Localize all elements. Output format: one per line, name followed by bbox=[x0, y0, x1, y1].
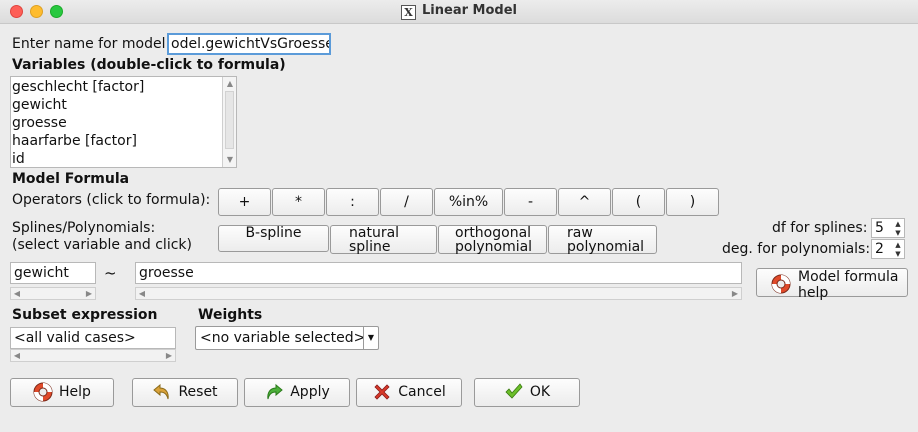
lhs-horizontal-scrollbar[interactable]: ◀ ▶ bbox=[10, 287, 96, 300]
natural-spline-label-2: spline bbox=[349, 239, 391, 255]
variables-listbox[interactable]: geschlecht [factor] gewicht groesse haar… bbox=[10, 76, 237, 168]
x11-icon: X bbox=[401, 5, 417, 20]
window-title: Linear Model bbox=[422, 3, 517, 18]
operator-close-paren-button[interactable]: ) bbox=[666, 188, 719, 216]
lifebuoy-icon bbox=[771, 274, 791, 294]
weights-value: <no variable selected> bbox=[200, 330, 366, 346]
deg-poly-value: 2 bbox=[875, 241, 884, 257]
list-item[interactable]: haarfarbe [factor] bbox=[11, 132, 223, 150]
spin-up-icon[interactable]: ▲ bbox=[893, 241, 903, 249]
help-button[interactable]: Help bbox=[10, 378, 114, 407]
model-formula-help-label-2: help bbox=[798, 285, 829, 301]
model-formula-heading: Model Formula bbox=[12, 171, 130, 187]
lhs-value: gewicht bbox=[14, 265, 69, 281]
lhs-input[interactable]: gewicht bbox=[10, 262, 96, 284]
list-item[interactable]: gewicht bbox=[11, 96, 223, 114]
natural-spline-label-1: natural bbox=[349, 225, 400, 241]
scroll-left-icon[interactable]: ◀ bbox=[136, 288, 148, 300]
operator-open-paren-button[interactable]: ( bbox=[612, 188, 665, 216]
splines-label-2: (select variable and click) bbox=[12, 237, 192, 253]
operator-times-button[interactable]: * bbox=[272, 188, 325, 216]
operator-plus-button[interactable]: + bbox=[218, 188, 271, 216]
list-item[interactable]: id bbox=[11, 150, 223, 167]
chevron-down-icon[interactable]: ▼ bbox=[363, 327, 378, 349]
scroll-down-icon[interactable]: ▼ bbox=[224, 154, 236, 166]
list-item[interactable]: geschlecht [factor] bbox=[11, 78, 223, 96]
deg-poly-spinbox[interactable]: 2 ▲ ▼ bbox=[871, 239, 905, 259]
variables-list: geschlecht [factor] gewicht groesse haar… bbox=[11, 78, 223, 167]
cancel-label: Cancel bbox=[398, 384, 446, 400]
list-item[interactable]: groesse bbox=[11, 114, 223, 132]
ok-label: OK bbox=[529, 384, 551, 400]
splines-label-1: Splines/Polynomials: bbox=[12, 220, 156, 236]
df-splines-value: 5 bbox=[875, 220, 884, 236]
redo-arrow-icon bbox=[267, 383, 284, 400]
tilde-label: ~ bbox=[104, 264, 117, 282]
red-x-icon bbox=[374, 384, 390, 400]
cancel-button[interactable]: Cancel bbox=[356, 378, 462, 407]
scroll-right-icon[interactable]: ▶ bbox=[163, 350, 175, 362]
deg-poly-label: deg. for polynomials: bbox=[722, 241, 871, 257]
scroll-thumb[interactable] bbox=[225, 91, 234, 149]
rhs-horizontal-scrollbar[interactable]: ◀ ▶ bbox=[135, 287, 742, 300]
orthogonal-polynomial-button[interactable]: orthogonal polynomial bbox=[438, 225, 547, 254]
apply-label: Apply bbox=[290, 384, 330, 400]
scroll-right-icon[interactable]: ▶ bbox=[83, 288, 95, 300]
reset-label: Reset bbox=[178, 384, 218, 400]
weights-select[interactable]: <no variable selected> ▼ bbox=[195, 326, 379, 350]
help-label: Help bbox=[59, 384, 91, 400]
lifebuoy-icon bbox=[33, 382, 53, 402]
operator-in-button[interactable]: %in% bbox=[434, 188, 503, 216]
weights-heading: Weights bbox=[198, 307, 263, 323]
model-formula-help-button[interactable]: Model formula help bbox=[756, 268, 908, 301]
raw-polynomial-label-1: raw bbox=[567, 225, 593, 241]
subset-heading: Subset expression bbox=[12, 307, 158, 323]
subset-input[interactable]: <all valid cases> bbox=[10, 327, 176, 349]
reset-button[interactable]: Reset bbox=[132, 378, 238, 407]
variables-heading: Variables (double-click to formula) bbox=[12, 57, 286, 73]
orthogonal-polynomial-label-2: polynomial bbox=[455, 239, 533, 255]
operator-minus-button[interactable]: - bbox=[504, 188, 557, 216]
subset-value: <all valid cases> bbox=[14, 330, 136, 346]
operator-slash-button[interactable]: / bbox=[380, 188, 433, 216]
operator-colon-button[interactable]: : bbox=[326, 188, 379, 216]
rhs-value: groesse bbox=[139, 265, 194, 281]
orthogonal-polynomial-label-1: orthogonal bbox=[455, 225, 532, 241]
spin-down-icon[interactable]: ▼ bbox=[893, 229, 903, 237]
operator-caret-button[interactable]: ^ bbox=[558, 188, 611, 216]
window-title-wrap: X Linear Model bbox=[0, 3, 918, 20]
apply-button[interactable]: Apply bbox=[244, 378, 350, 407]
variables-vertical-scrollbar[interactable]: ▲ ▼ bbox=[222, 77, 236, 167]
b-spline-label: B-spline bbox=[245, 225, 302, 241]
df-splines-spinbox[interactable]: 5 ▲ ▼ bbox=[871, 218, 905, 238]
model-name-input[interactable]: odel.gewichtVsGroesse bbox=[167, 33, 331, 55]
spin-up-icon[interactable]: ▲ bbox=[893, 220, 903, 228]
checkmark-icon bbox=[505, 383, 523, 399]
raw-polynomial-button[interactable]: raw polynomial bbox=[548, 225, 657, 254]
title-bar: X Linear Model bbox=[0, 0, 918, 24]
scroll-up-icon[interactable]: ▲ bbox=[224, 78, 236, 90]
raw-polynomial-label-2: polynomial bbox=[567, 239, 645, 255]
b-spline-button[interactable]: B-spline bbox=[218, 225, 329, 252]
undo-arrow-icon bbox=[153, 383, 170, 400]
model-formula-help-label-1: Model formula bbox=[798, 269, 899, 285]
operators-label: Operators (click to formula): bbox=[12, 192, 211, 208]
rhs-input[interactable]: groesse bbox=[135, 262, 742, 284]
model-name-label: Enter name for model: bbox=[12, 36, 171, 52]
scroll-left-icon[interactable]: ◀ bbox=[11, 288, 23, 300]
df-splines-label: df for splines: bbox=[772, 220, 868, 236]
subset-horizontal-scrollbar[interactable]: ◀ ▶ bbox=[10, 349, 176, 362]
scroll-right-icon[interactable]: ▶ bbox=[729, 288, 741, 300]
spin-down-icon[interactable]: ▼ bbox=[893, 250, 903, 258]
ok-button[interactable]: OK bbox=[474, 378, 580, 407]
model-name-value: odel.gewichtVsGroesse bbox=[171, 36, 331, 52]
natural-spline-button[interactable]: natural spline bbox=[330, 225, 437, 254]
scroll-left-icon[interactable]: ◀ bbox=[11, 350, 23, 362]
